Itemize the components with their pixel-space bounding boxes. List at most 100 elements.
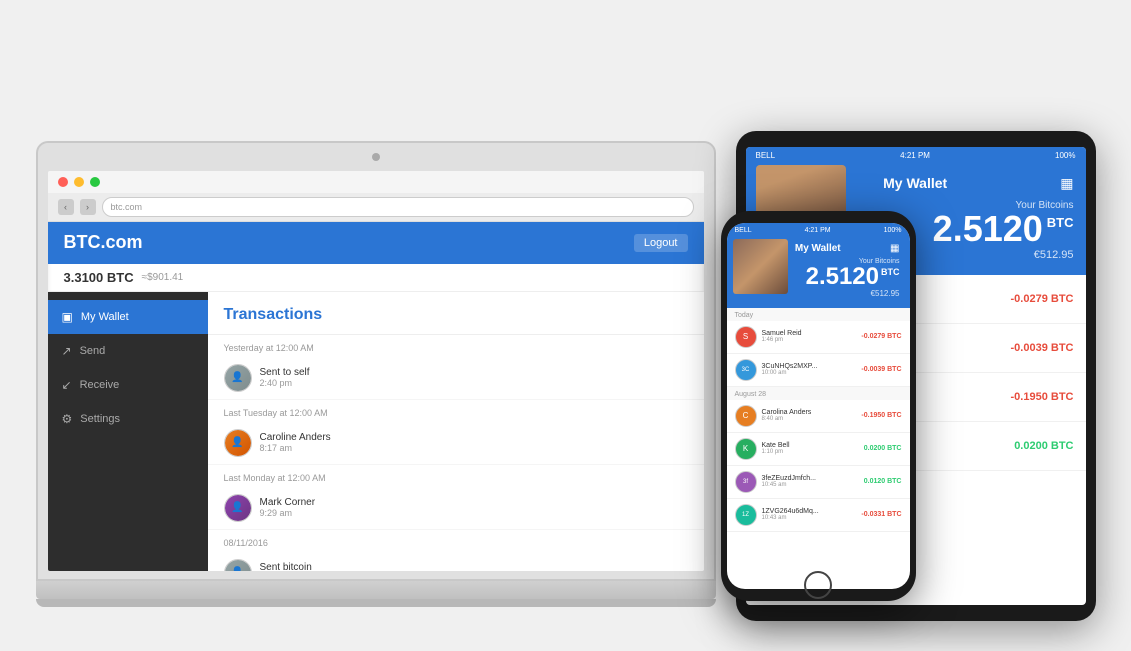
- tx-time: 9:29 am: [260, 508, 316, 518]
- close-dot[interactable]: [58, 177, 68, 187]
- back-button[interactable]: ‹: [58, 199, 74, 215]
- tx-info: Kate Bell 1:10 pm: [762, 442, 790, 455]
- table-row: 👤 Sent bitcoin 7:42 pm: [208, 552, 704, 571]
- table-row: 👤 Sent to self 2:40 pm: [208, 357, 704, 400]
- balance-strip: 3.3100 BTC ≈$901.41: [48, 264, 704, 292]
- laptop-screen: ‹ › btc.com BTC.com Logout 3.3100 BTC ≈$…: [48, 171, 704, 571]
- table-row: 👤 Caroline Anders 8:17 am: [208, 422, 704, 465]
- avatar: S: [735, 326, 757, 348]
- transactions-header: Transactions: [208, 292, 704, 335]
- tablet-time: 4:21 PM: [900, 151, 930, 160]
- forward-button[interactable]: ›: [80, 199, 96, 215]
- app-layout: ▣ My Wallet ↗ Send ↙ Receive ⚙: [48, 292, 704, 571]
- btc-balance: 3.3100 BTC: [64, 270, 134, 285]
- tx-section-4: 08/11/2016: [208, 530, 704, 552]
- tx-section-3: Last Monday at 12:00 AM: [208, 465, 704, 487]
- tx-name: 3feZEuzdJmfch...: [762, 475, 816, 482]
- main-content: Transactions Yesterday at 12:00 AM 👤 Sen…: [208, 292, 704, 571]
- tx-info: Carolina Anders 8:40 am: [762, 409, 812, 422]
- avatar: 👤: [224, 559, 252, 571]
- tablet-btc-unit: BTC: [1047, 215, 1074, 230]
- avatar: 3C: [735, 359, 757, 381]
- tablet-status-bar: BELL 4:21 PM 100%: [746, 147, 1086, 165]
- maximize-dot[interactable]: [90, 177, 100, 187]
- tablet-wallet-title: My Wallet: [883, 175, 947, 191]
- avatar: 👤: [224, 429, 252, 457]
- phone-carrier: BELL: [735, 227, 752, 234]
- tx-name: Sent to self: [260, 367, 310, 378]
- list-item: K Kate Bell 1:10 pm 0.0200 BTC: [727, 433, 910, 466]
- avatar: C: [735, 405, 757, 427]
- phone-status-bar: BELL 4:21 PM 100%: [727, 223, 910, 239]
- qr-icon[interactable]: ▦: [1060, 175, 1073, 192]
- tx-amount: -0.0279 BTC: [861, 333, 901, 340]
- tx-time: 10:45 am: [762, 482, 816, 488]
- tx-name: Samuel Reid: [762, 330, 802, 337]
- tx-info: 3feZEuzdJmfch... 10:45 am: [762, 475, 816, 488]
- transactions-title: Transactions: [224, 306, 323, 323]
- url-text: btc.com: [111, 202, 143, 212]
- tablet-btc-amount: 2.5120: [933, 211, 1043, 247]
- sidebar-label-settings: Settings: [80, 413, 120, 425]
- tablet-battery: 100%: [1055, 151, 1075, 160]
- browser-toolbar: ‹ › btc.com: [48, 193, 704, 221]
- tx-info: 3CuNHQs2MXP... 10:00 am: [762, 363, 818, 376]
- receive-icon: ↙: [62, 378, 72, 392]
- phone-qr-icon[interactable]: ▦: [890, 243, 899, 254]
- laptop-body: ‹ › btc.com BTC.com Logout 3.3100 BTC ≈$…: [36, 141, 716, 581]
- phone-section-aug28: August 28: [727, 387, 910, 400]
- avatar: 👤: [224, 364, 252, 392]
- settings-icon: ⚙: [62, 412, 73, 426]
- list-item: 3f 3feZEuzdJmfch... 10:45 am 0.0120 BTC: [727, 466, 910, 499]
- browser-titlebar: [48, 171, 704, 193]
- send-icon: ↗: [62, 344, 72, 358]
- tx-time: 8:17 am: [260, 443, 331, 453]
- tx-amount: -0.0331 BTC: [861, 511, 901, 518]
- avatar: 👤: [224, 494, 252, 522]
- tx-info: Sent to self 2:40 pm: [260, 367, 310, 388]
- tx-section-2: Last Tuesday at 12:00 AM: [208, 400, 704, 422]
- tx-amount: -0.1950 BTC: [1011, 391, 1074, 403]
- tx-time: 10:00 am: [762, 370, 818, 376]
- list-item: 1Z 1ZVG264u6dMq... 10:43 am -0.0331 BTC: [727, 499, 910, 532]
- tx-time: 1:46 pm: [762, 337, 802, 343]
- tx-amount: -0.0279 BTC: [1011, 293, 1074, 305]
- sidebar-item-my-wallet[interactable]: ▣ My Wallet: [48, 300, 208, 334]
- sidebar-label-receive: Receive: [80, 379, 120, 391]
- phone-home-button[interactable]: [804, 571, 832, 599]
- tx-info: Caroline Anders 8:17 am: [260, 432, 331, 453]
- tx-time: 10:43 am: [762, 515, 819, 521]
- list-item: 3C 3CuNHQs2MXP... 10:00 am -0.0039 BTC: [727, 354, 910, 387]
- tx-name: Mark Corner: [260, 497, 316, 508]
- tx-name: Carolina Anders: [762, 409, 812, 416]
- tx-amount: 0.0200 BTC: [1014, 440, 1073, 452]
- tx-name: 1ZVG264u6dMq...: [762, 508, 819, 515]
- browser-chrome: ‹ › btc.com: [48, 171, 704, 222]
- avatar: 3f: [735, 471, 757, 493]
- sidebar: ▣ My Wallet ↗ Send ↙ Receive ⚙: [48, 292, 208, 571]
- sidebar-item-send[interactable]: ↗ Send: [48, 334, 208, 368]
- tx-info: Sent bitcoin 7:42 pm: [260, 562, 312, 571]
- logout-button[interactable]: Logout: [634, 234, 688, 252]
- app-header: BTC.com Logout: [48, 222, 704, 264]
- sidebar-item-settings[interactable]: ⚙ Settings: [48, 402, 208, 436]
- table-row: 👤 Mark Corner 9:29 am: [208, 487, 704, 530]
- app-logo: BTC.com: [64, 232, 143, 253]
- tablet-carrier: BELL: [756, 151, 776, 160]
- laptop-camera: [372, 153, 380, 161]
- tx-time: 8:40 am: [762, 416, 812, 422]
- address-bar[interactable]: btc.com: [102, 197, 694, 217]
- tx-amount: -0.1950 BTC: [861, 412, 901, 419]
- phone-screen: BELL 4:21 PM 100% ☰ My Wallet ▦ Your Bit…: [727, 223, 910, 589]
- list-item: S Samuel Reid 1:46 pm -0.0279 BTC: [727, 321, 910, 354]
- tx-info: 1ZVG264u6dMq... 10:43 am: [762, 508, 819, 521]
- phone-btc-amount: 2.5120: [806, 265, 879, 289]
- minimize-dot[interactable]: [74, 177, 84, 187]
- phone-battery: 100%: [884, 227, 902, 234]
- phone-btc-unit: BTC: [881, 267, 900, 277]
- phone-header: ☰ My Wallet ▦ Your Bitcoins 2.5120 BTC €…: [727, 239, 910, 308]
- tx-amount: -0.0039 BTC: [1011, 342, 1074, 354]
- sidebar-item-receive[interactable]: ↙ Receive: [48, 368, 208, 402]
- tx-time: 1:10 pm: [762, 449, 790, 455]
- laptop-foot: [36, 599, 716, 607]
